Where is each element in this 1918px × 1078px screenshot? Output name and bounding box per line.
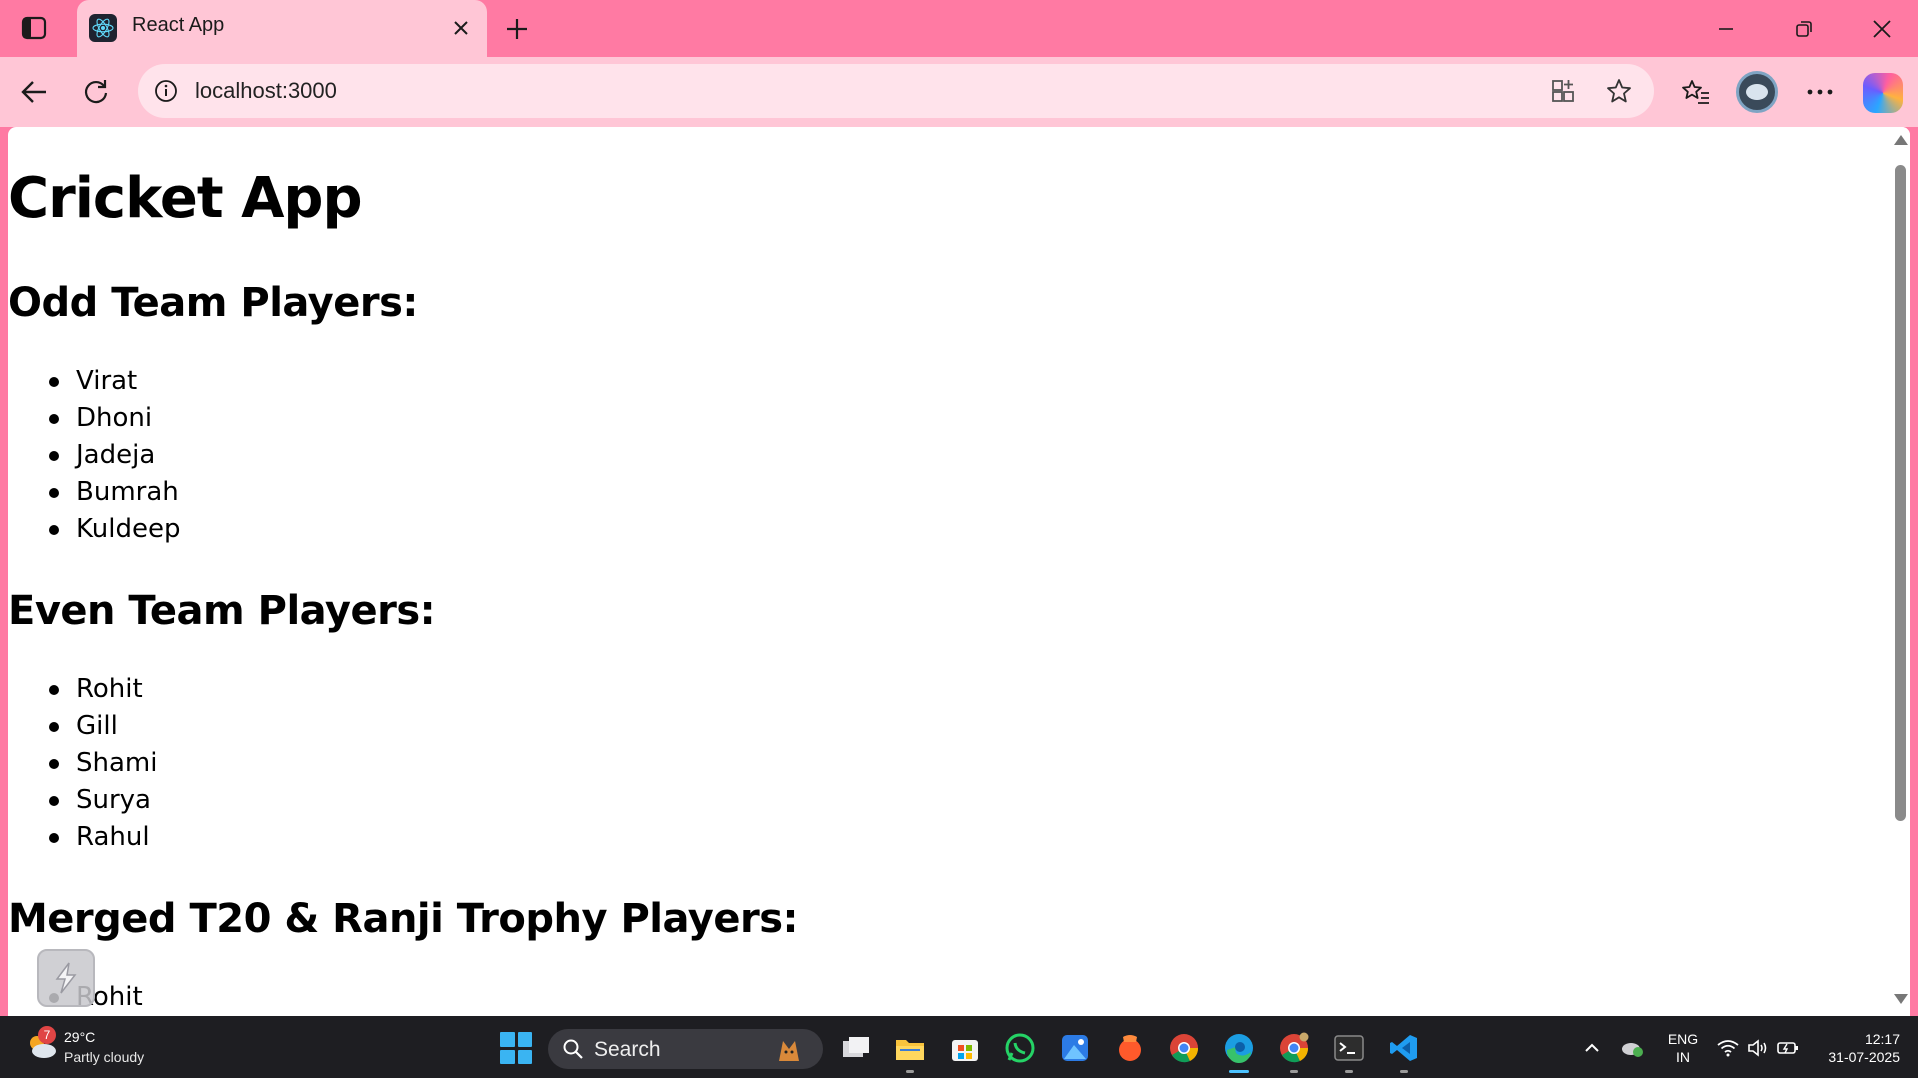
address-bar[interactable]: localhost:3000 [138, 64, 1654, 118]
search-label: Search [594, 1038, 661, 1061]
language-indicator[interactable]: ENG IN [1664, 1030, 1702, 1066]
page-title: Cricket App [8, 166, 363, 231]
list-item: Gill [8, 708, 157, 745]
scroll-up-arrow-icon[interactable] [1894, 135, 1908, 145]
list-item: Dhoni [8, 400, 180, 437]
search-icon [563, 1039, 583, 1059]
chrome-dev-icon[interactable] [1276, 1030, 1312, 1073]
restore-icon[interactable] [1780, 10, 1828, 48]
address-text[interactable]: localhost:3000 [195, 78, 337, 104]
favorites-icon[interactable] [1676, 72, 1716, 112]
whatsapp-icon[interactable] [1002, 1030, 1038, 1066]
file-explorer-icon[interactable] [892, 1030, 928, 1073]
weather-alert-badge: 7 [38, 1026, 56, 1044]
close-tab-icon[interactable] [449, 16, 473, 40]
favorite-star-icon[interactable] [1603, 75, 1635, 107]
microsoft-store-icon[interactable] [947, 1030, 983, 1066]
running-indicator [1400, 1070, 1408, 1073]
profile-avatar[interactable] [1736, 71, 1778, 113]
wifi-icon[interactable] [1716, 1036, 1740, 1060]
weather-temperature: 29°C [64, 1029, 96, 1045]
clock-date: 31-07-2025 [1828, 1049, 1900, 1065]
tab-title: React App [132, 14, 225, 36]
page-viewport: Cricket App Odd Team Players: Virat Dhon… [8, 127, 1910, 1016]
new-tab-icon[interactable] [500, 12, 534, 46]
merged-players-heading: Merged T20 & Ranji Trophy Players: [8, 896, 799, 942]
floating-tool-icon[interactable] [37, 949, 95, 1007]
close-window-icon[interactable] [1858, 10, 1906, 48]
list-item: Shami [8, 745, 157, 782]
even-team-list: Rohit Gill Shami Surya Rahul [8, 671, 157, 856]
list-item: Rohit [8, 671, 157, 708]
onedrive-sync-icon[interactable] [1620, 1036, 1644, 1060]
scroll-down-arrow-icon[interactable] [1894, 994, 1908, 1004]
windows-start-icon[interactable] [500, 1032, 532, 1064]
app-available-icon[interactable] [1548, 75, 1580, 107]
running-indicator [1345, 1070, 1353, 1073]
chrome-icon[interactable] [1166, 1030, 1202, 1066]
task-view-icon[interactable] [838, 1030, 874, 1066]
system-clock[interactable]: 12:17 31-07-2025 [1808, 1030, 1900, 1066]
even-team-heading: Even Team Players: [8, 588, 436, 634]
list-item: Jadeja [8, 437, 180, 474]
list-item: Kuldeep [8, 511, 180, 548]
reload-icon[interactable] [76, 72, 116, 112]
list-item: Bumrah [8, 474, 180, 511]
odd-team-heading: Odd Team Players: [8, 280, 418, 326]
battery-charging-icon[interactable] [1776, 1036, 1800, 1060]
language-code: ENG [1667, 1031, 1699, 1047]
running-indicator [1290, 1070, 1298, 1073]
running-indicator-active [1229, 1070, 1249, 1073]
browser-titlebar: React App [0, 0, 1918, 57]
list-item: Rahul [8, 819, 157, 856]
running-indicator [906, 1070, 914, 1073]
tab-actions-icon[interactable] [18, 12, 50, 44]
browser-toolbar: localhost:3000 [0, 57, 1918, 127]
weather-description: Partly cloudy [64, 1049, 145, 1065]
react-logo-icon [89, 14, 117, 42]
taskbar-search[interactable]: Search [548, 1029, 823, 1069]
chevron-up-icon[interactable] [1582, 1038, 1602, 1058]
photos-icon[interactable] [1057, 1030, 1093, 1066]
terminal-icon[interactable] [1331, 1030, 1367, 1073]
copilot-icon[interactable] [1863, 73, 1903, 113]
edge-browser-icon[interactable] [1221, 1030, 1257, 1073]
odd-team-list: Virat Dhoni Jadeja Bumrah Kuldeep [8, 363, 180, 548]
weather-widget[interactable]: 7 29°C Partly cloudy [20, 1026, 190, 1070]
brave-browser-icon[interactable] [1112, 1030, 1148, 1066]
region-code: IN [1676, 1049, 1690, 1065]
clock-time: 12:17 [1864, 1031, 1900, 1047]
list-item: Surya [8, 782, 157, 819]
search-highlight-cat-icon [779, 1041, 799, 1061]
list-item: Virat [8, 363, 180, 400]
more-options-icon[interactable] [1800, 72, 1840, 112]
vscode-icon[interactable] [1386, 1030, 1422, 1073]
volume-icon[interactable] [1746, 1036, 1770, 1060]
browser-tab-active[interactable]: React App [77, 0, 487, 57]
minimize-icon[interactable] [1702, 10, 1750, 48]
scroll-thumb[interactable] [1895, 165, 1906, 821]
site-info-icon[interactable] [152, 77, 180, 105]
windows-taskbar: 7 29°C Partly cloudy Search ENG IN 12:17… [0, 1016, 1918, 1078]
back-icon[interactable] [14, 72, 54, 112]
vertical-scrollbar[interactable] [1890, 127, 1910, 1016]
